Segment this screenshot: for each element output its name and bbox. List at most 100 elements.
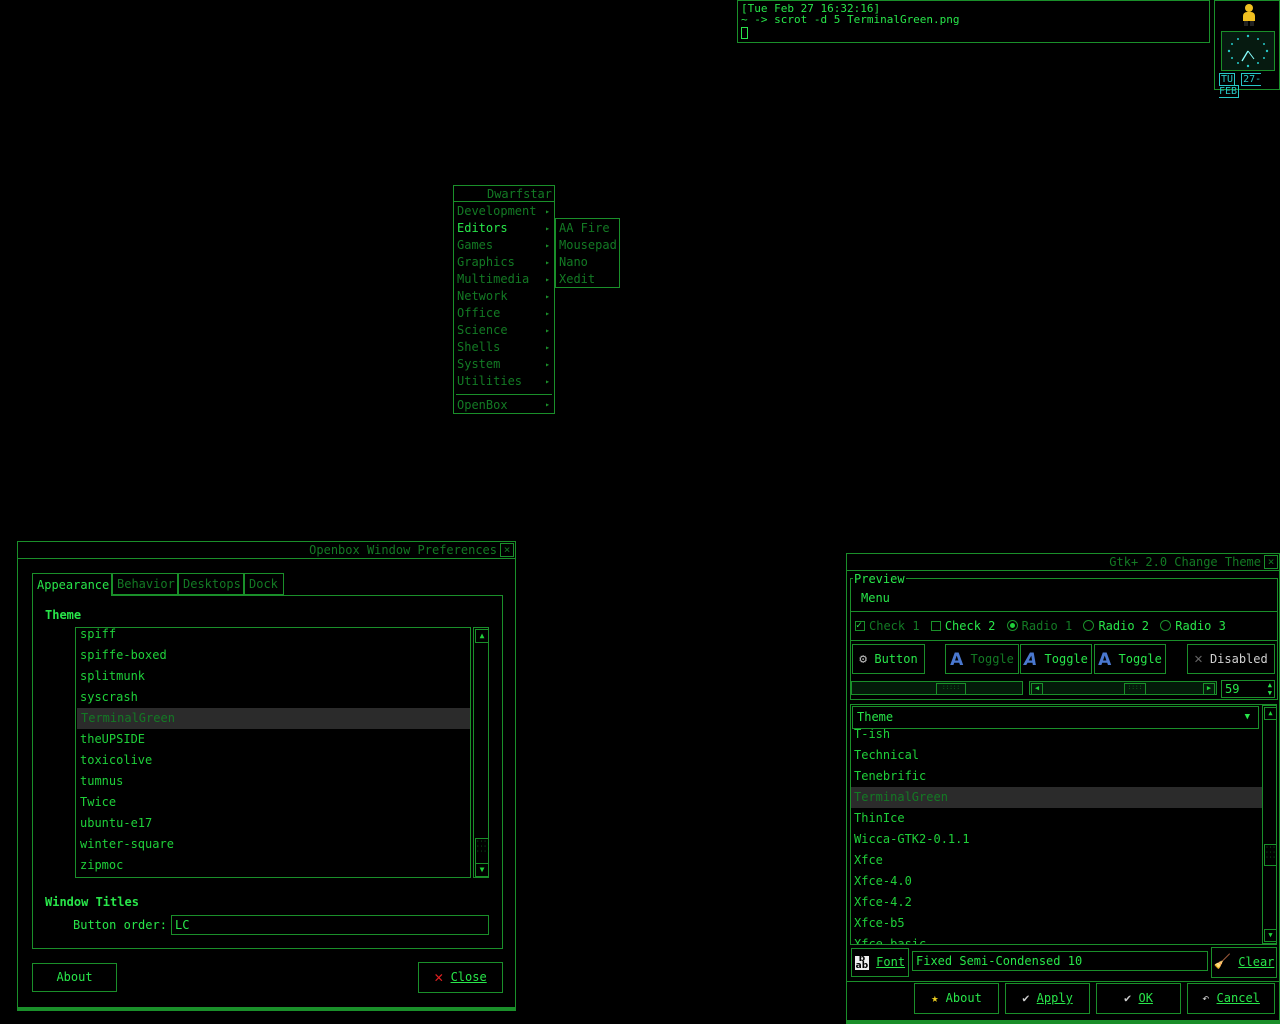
list-item[interactable]: tumnus	[76, 771, 470, 792]
list-item[interactable]: Xfce-b5	[851, 913, 1262, 934]
spin-arrows-icon[interactable]: ▲ ▼	[1268, 681, 1272, 697]
close-button-label: Close	[450, 970, 487, 984]
close-icon[interactable]: ×	[1264, 555, 1278, 569]
menu-item-utilities[interactable]: Utilities ▸	[454, 373, 554, 390]
close-icon[interactable]: ×	[500, 543, 514, 557]
close-button[interactable]: ✕ Close	[418, 962, 503, 993]
menu-item-system[interactable]: System ▸	[454, 356, 554, 373]
list-item[interactable]: winter-square	[76, 834, 470, 855]
check-2[interactable]: Check 2	[930, 619, 1003, 633]
list-item[interactable]: Twice	[76, 792, 470, 813]
list-item[interactable]: theUPSIDE	[76, 729, 470, 750]
button-order-input[interactable]: LC	[171, 915, 489, 935]
scroll-thumb[interactable]: ··· ··· ···	[1264, 844, 1276, 866]
radio-2[interactable]: Radio 2	[1083, 619, 1156, 633]
theme-list-scrollbar[interactable]: ▲ ···· ···· ···· ▼	[473, 627, 490, 878]
theme-list[interactable]: spiff spiffe-boxed splitmunk syscrash Te…	[75, 627, 471, 878]
list-item-selected[interactable]: TerminalGreen	[77, 708, 470, 729]
submenu-item-aa-fire[interactable]: AA Fire	[556, 220, 610, 237]
menu-item-shells[interactable]: Shells ▸	[454, 339, 554, 356]
list-item[interactable]: spiff	[76, 628, 470, 645]
list-item[interactable]: Xfce	[851, 850, 1262, 871]
list-item[interactable]: Xfce-4.2	[851, 892, 1262, 913]
gtk-theme-list-scrollbar[interactable]: ▲ ··· ··· ··· ▼	[1262, 705, 1276, 944]
font-name-field[interactable]: Fixed Semi-Condensed 10	[912, 951, 1208, 971]
scroll-right-arrow-icon[interactable]: ▶	[1203, 683, 1215, 695]
list-item[interactable]: zipmoc	[76, 855, 470, 876]
tab-appearance[interactable]: Appearance	[32, 573, 112, 596]
gtk-about-label: About	[945, 991, 982, 1005]
menu-item-development[interactable]: Development ▸	[454, 203, 554, 220]
hscale-handle[interactable]: :::::	[936, 683, 966, 695]
scroll-up-arrow-icon[interactable]: ▲	[1264, 707, 1276, 720]
check-2-label: Check 2	[944, 619, 996, 633]
list-item[interactable]: Xfce-basic	[851, 934, 1262, 944]
list-item[interactable]: ubuntu-e17	[76, 813, 470, 834]
clear-button[interactable]: 🧹 Clear	[1211, 947, 1277, 978]
submenu-item-xedit[interactable]: Xedit	[556, 271, 595, 288]
list-item[interactable]: Wicca-GTK2-0.1.1	[851, 829, 1262, 850]
toggle-1-label: Toggle	[970, 652, 1014, 666]
clock-icon[interactable]	[1221, 31, 1275, 71]
close-x-icon: ✕	[434, 968, 444, 986]
tab-dock[interactable]: Dock	[244, 573, 284, 595]
menu-item-office[interactable]: Office ▸	[454, 305, 554, 322]
preview-toggle-2[interactable]: A Toggle	[1020, 644, 1092, 674]
radio-1[interactable]: Radio 1	[1006, 619, 1080, 633]
menu-item-graphics[interactable]: Graphics ▸	[454, 254, 554, 271]
list-item[interactable]: ThinIce	[851, 808, 1262, 829]
list-item[interactable]: spiffe-boxed	[76, 645, 470, 666]
menu-item-games[interactable]: Games ▸	[454, 237, 554, 254]
apply-button[interactable]: ✔ Apply	[1005, 983, 1090, 1014]
scroll-down-arrow-icon[interactable]: ▼	[1264, 929, 1276, 942]
tab-label: Appearance	[37, 578, 110, 592]
preview-toggle-3[interactable]: A Toggle	[1094, 644, 1166, 674]
preview-toggle-1[interactable]: A Toggle	[945, 644, 1019, 674]
list-item[interactable]: Technical	[851, 745, 1262, 766]
about-button[interactable]: About	[32, 963, 117, 992]
gtk-theme-list[interactable]: Theme ▼ T-ish Technical Tenebrific Termi…	[850, 704, 1277, 945]
menu-item-label: Science	[457, 323, 508, 337]
menu-item-science[interactable]: Science ▸	[454, 322, 554, 339]
clear-button-label: Clear	[1238, 955, 1275, 969]
scroll-up-arrow-icon[interactable]: ▲	[475, 629, 489, 643]
menu-item-multimedia[interactable]: Multimedia ▸	[454, 271, 554, 288]
submenu-item-nano[interactable]: Nano	[556, 254, 588, 271]
menu-item-network[interactable]: Network ▸	[454, 288, 554, 305]
preview-spinbutton[interactable]: 59 ▲ ▼	[1221, 680, 1275, 698]
theme-column-header[interactable]: Theme ▼	[852, 706, 1259, 729]
dock: TU 27-FEB	[1214, 0, 1280, 98]
menu-item-openbox[interactable]: OpenBox ▸	[454, 397, 554, 413]
check-1[interactable]: ✓ Check 1	[855, 619, 927, 633]
ok-button[interactable]: ✔ OK	[1096, 983, 1181, 1014]
cancel-button[interactable]: ↶ Cancel	[1187, 983, 1275, 1014]
gtk-titlebar[interactable]: Gtk+ 2.0 Change Theme ×	[847, 554, 1279, 571]
menu-item-label: Editors	[457, 221, 508, 235]
list-item[interactable]: syscrash	[76, 687, 470, 708]
preview-hscale[interactable]: :::::	[851, 681, 1023, 695]
list-item-selected[interactable]: TerminalGreen	[851, 787, 1262, 808]
menu-item-editors[interactable]: Editors ▸	[454, 220, 554, 237]
preview-menu-item[interactable]: Menu	[861, 591, 890, 605]
terminal-window[interactable]: [Tue Feb 27 16:32:16] ~ -> scrot -d 5 Te…	[737, 0, 1210, 43]
scroll-down-arrow-icon[interactable]: ▼	[475, 863, 489, 877]
list-item[interactable]: Tenebrific	[851, 766, 1262, 787]
gtk-about-button[interactable]: ★ About	[914, 983, 999, 1014]
user-icon[interactable]	[1241, 4, 1257, 26]
list-item[interactable]: splitmunk	[76, 666, 470, 687]
openbox-prefs-window: Openbox Window Preferences × Appearance …	[17, 541, 516, 1011]
font-button[interactable]: b ab Font	[851, 948, 909, 977]
hscroll-thumb[interactable]: ::::	[1124, 683, 1146, 695]
scroll-thumb[interactable]: ···· ···· ····	[475, 838, 490, 864]
preview-button[interactable]: ⚙ Button	[852, 644, 925, 674]
preview-hscrollbar[interactable]: ◀ :::: ▶	[1029, 681, 1217, 695]
scroll-left-arrow-icon[interactable]: ◀	[1031, 683, 1043, 695]
list-item[interactable]: Xfce-4.0	[851, 871, 1262, 892]
tab-behavior[interactable]: Behavior	[112, 573, 178, 595]
list-item[interactable]: toxicolive	[76, 750, 470, 771]
submenu-item-mousepad[interactable]: Mousepad	[556, 237, 617, 254]
tab-desktops[interactable]: Desktops	[178, 573, 244, 595]
radio-3[interactable]: Radio 3	[1160, 619, 1226, 633]
openbox-titlebar[interactable]: Openbox Window Preferences ×	[18, 542, 515, 559]
preview-checks-row: ✓ Check 1 Check 2 Radio 1 Radio 2 Radio 3	[855, 618, 1226, 634]
